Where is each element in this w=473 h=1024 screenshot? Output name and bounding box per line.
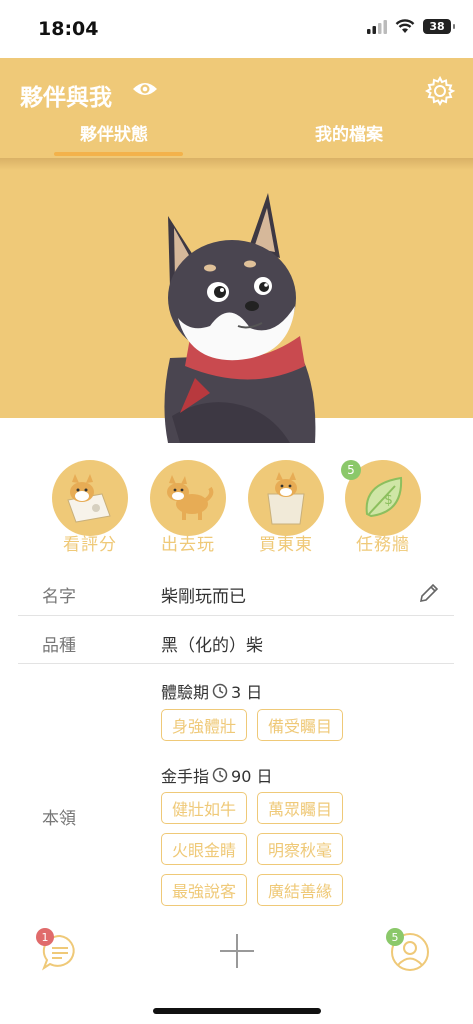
skill-tag: 健壯如牛 <box>161 792 247 824</box>
action-label: 任務牆 <box>356 535 410 555</box>
skills-label: 本領 <box>42 809 76 829</box>
battery-icon: 38 <box>423 19 455 34</box>
trial-title: 體驗期 <box>161 683 210 702</box>
skill-tag: 萬眾矚目 <box>257 792 343 824</box>
task-badge: 5 <box>341 460 361 480</box>
clock-icon <box>212 767 228 783</box>
chat-button[interactable]: 1 <box>36 928 80 976</box>
status-icons: 38 <box>367 19 455 34</box>
skill-tag: 身強體壯 <box>161 709 247 741</box>
signal-icon <box>367 19 387 34</box>
action-go-play[interactable]: 出去玩 <box>150 460 226 555</box>
action-label: 看評分 <box>63 535 117 555</box>
battery-level: 38 <box>429 20 445 33</box>
hero-shadow <box>0 158 473 170</box>
profile-button[interactable]: 5 <box>386 928 430 976</box>
skill-tag: 廣結善緣 <box>257 874 343 906</box>
golden-days: 90 日 <box>231 767 273 786</box>
leaf-icon: $ 5 <box>341 460 421 536</box>
golden-period: 金手指 90 日 <box>161 763 272 787</box>
app-header: 夥伴與我 夥伴狀態 我的檔案 <box>0 58 473 158</box>
action-label: 買東東 <box>259 535 313 555</box>
gear-icon[interactable] <box>425 76 455 106</box>
golden-title: 金手指 <box>161 767 210 786</box>
skill-tag: 備受矚目 <box>257 709 343 741</box>
chat-badge: 1 <box>36 928 54 946</box>
svg-text:$: $ <box>384 492 393 508</box>
action-view-rating[interactable]: 看評分 <box>52 460 128 555</box>
shiba-avatar <box>164 193 316 443</box>
profile-badge: 5 <box>386 928 404 946</box>
action-label: 出去玩 <box>161 535 215 555</box>
divider <box>18 663 454 664</box>
tab-partner-status[interactable]: 夥伴狀態 <box>80 120 148 145</box>
action-shop[interactable]: 買東東 <box>248 460 324 555</box>
play-dog-icon <box>150 460 226 536</box>
divider <box>18 615 454 616</box>
wifi-icon <box>395 19 415 33</box>
action-task-wall[interactable]: $ 5 任務牆 <box>341 460 421 555</box>
name-label: 名字 <box>42 587 76 607</box>
edit-pencil-icon[interactable] <box>418 582 440 604</box>
rating-dog-icon <box>52 460 128 536</box>
name-value: 柴剛玩而已 <box>161 587 246 607</box>
skill-tag: 明察秋毫 <box>257 833 343 865</box>
eye-icon[interactable] <box>132 80 158 98</box>
page-title: 夥伴與我 <box>20 85 112 111</box>
breed-label: 品種 <box>42 636 76 656</box>
trial-days: 3 日 <box>231 683 263 702</box>
shopping-bag-icon <box>248 460 324 536</box>
add-icon[interactable] <box>218 932 256 970</box>
status-bar: 18:04 38 <box>0 0 473 58</box>
status-time: 18:04 <box>38 18 99 40</box>
clock-icon <box>212 683 228 699</box>
skill-tag: 火眼金睛 <box>161 833 247 865</box>
tab-indicator <box>54 152 183 156</box>
breed-value: 黑（化的）柴 <box>161 636 263 656</box>
trial-period: 體驗期 3 日 <box>161 679 262 703</box>
tab-my-profile[interactable]: 我的檔案 <box>315 120 383 145</box>
home-indicator[interactable] <box>153 1008 321 1014</box>
skill-tag: 最強說客 <box>161 874 247 906</box>
